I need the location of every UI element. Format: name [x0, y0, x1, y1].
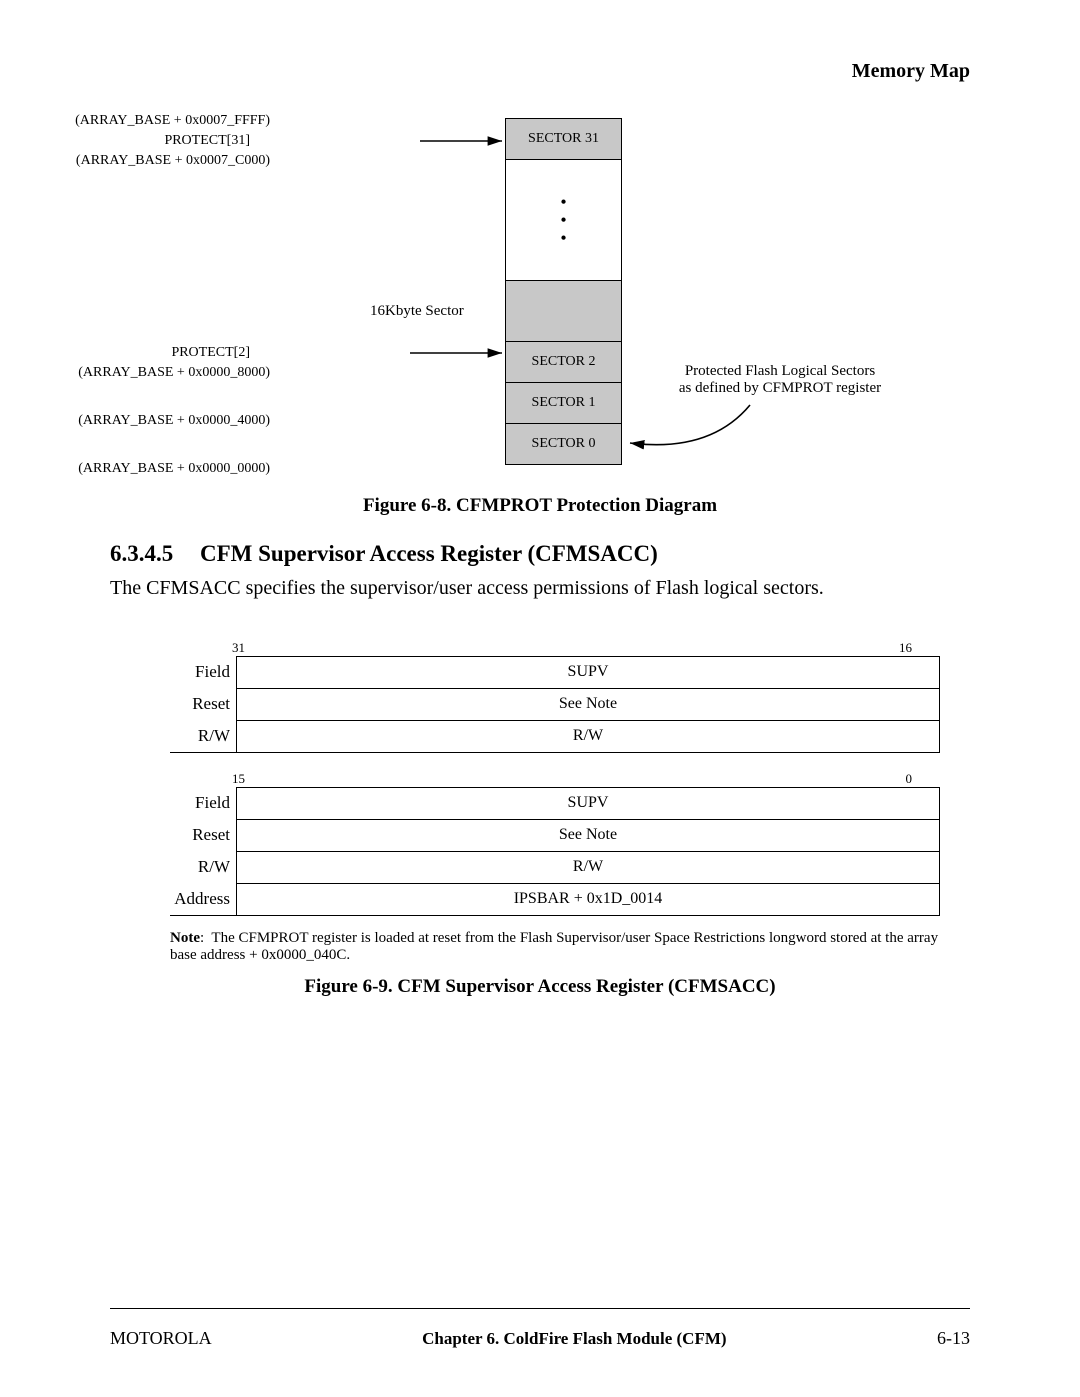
bit-31: 31 [232, 640, 245, 656]
section-number: 6.3.4.5 [110, 541, 196, 567]
annot-line1: Protected Flash Logical Sectors [650, 363, 910, 380]
row-reset-lo: Reset See Note [170, 819, 940, 851]
bit-0: 0 [906, 771, 913, 787]
label-reset-lo: Reset [170, 819, 237, 851]
section-title: CFM Supervisor Access Register (CFMSACC) [200, 541, 658, 566]
footer-center: Chapter 6. ColdFire Flash Module (CFM) [422, 1329, 726, 1349]
reg-spacer [170, 753, 940, 771]
footer-rule [110, 1308, 970, 1309]
sector-1: SECTOR 1 [506, 383, 621, 424]
addr-4000-label: (ARRAY_BASE + 0x0000_4000) [0, 413, 270, 429]
cell-address: IPSBAR + 0x1D_0014 [237, 883, 940, 916]
bit-15: 15 [232, 771, 245, 787]
protect2-label: PROTECT[2] [0, 345, 250, 361]
note-text: The CFMPROT register is loaded at reset … [170, 930, 938, 963]
label-field-lo: Field [170, 787, 237, 819]
addr-top-label: (ARRAY_BASE + 0x0007_FFFF) [0, 113, 270, 129]
sector-gap: • • • [506, 160, 621, 281]
register-figure: 31 16 Field SUPV Reset See Note R/W R/W … [170, 640, 940, 916]
addr-8000-label: (ARRAY_BASE + 0x0000_8000) [0, 365, 270, 381]
page-footer: MOTOROLA Chapter 6. ColdFire Flash Modul… [110, 1328, 970, 1349]
row-rw-lo: R/W R/W [170, 851, 940, 883]
note-prefix: Note [170, 930, 200, 946]
row-rw-hi: R/W R/W [170, 720, 940, 753]
cell-rw-lo: R/W [237, 851, 940, 883]
cell-seenote-hi: See Note [237, 688, 940, 720]
label-address: Address [170, 883, 237, 916]
sector-16k [506, 281, 621, 342]
sector-stack: SECTOR 31 • • • SECTOR 2 SECTOR 1 SECTOR… [505, 118, 622, 465]
footer-left: MOTOROLA [110, 1328, 212, 1349]
fig9-caption: Figure 6-9. CFM Supervisor Access Regist… [110, 976, 970, 998]
cell-supv-hi: SUPV [237, 656, 940, 688]
bitbar-high: 31 16 [230, 640, 914, 656]
footer-right: 6-13 [937, 1328, 970, 1349]
addr-0000-label: (ARRAY_BASE + 0x0000_0000) [0, 461, 270, 477]
label-reset: Reset [170, 688, 237, 720]
row-reset-hi: Reset See Note [170, 688, 940, 720]
protected-annotation: Protected Flash Logical Sectors as defin… [650, 363, 910, 397]
fig8-caption: Figure 6-8. CFMPROT Protection Diagram [110, 495, 970, 517]
row-field-lo: Field SUPV [170, 787, 940, 819]
sector-31: SECTOR 31 [506, 119, 621, 160]
row-address: Address IPSBAR + 0x1D_0014 [170, 883, 940, 916]
dot-icon: • [560, 211, 566, 229]
dot-icon: • [560, 193, 566, 211]
section-heading: 6.3.4.5 CFM Supervisor Access Register (… [110, 541, 970, 567]
sector16k-label: 16Kbyte Sector [370, 303, 464, 320]
fig8-diagram: SECTOR 31 • • • SECTOR 2 SECTOR 1 SECTOR… [110, 113, 970, 483]
sector-2: SECTOR 2 [506, 342, 621, 383]
row-field-hi: Field SUPV [170, 656, 940, 688]
protect31-label: PROTECT[31] [0, 133, 250, 149]
section-body: The CFMSACC specifies the supervisor/use… [110, 577, 970, 600]
cell-rw-hi: R/W [237, 720, 940, 753]
page: Memory Map SECTOR 31 • • • SECTOR 2 SECT… [0, 0, 1080, 1397]
addr-c000-label: (ARRAY_BASE + 0x0007_C000) [0, 153, 270, 169]
page-header: Memory Map [110, 60, 970, 83]
annot-line2: as defined by CFMPROT register [650, 380, 910, 397]
label-field: Field [170, 656, 237, 688]
bitbar-low: 15 0 [230, 771, 914, 787]
sector-0: SECTOR 0 [506, 424, 621, 464]
register-note: Note: The CFMPROT register is loaded at … [170, 930, 950, 964]
cell-seenote-lo: See Note [237, 819, 940, 851]
cell-supv-lo: SUPV [237, 787, 940, 819]
bit-16: 16 [899, 640, 912, 656]
label-rw-lo: R/W [170, 851, 237, 883]
dot-icon: • [560, 229, 566, 247]
label-rw: R/W [170, 720, 237, 753]
